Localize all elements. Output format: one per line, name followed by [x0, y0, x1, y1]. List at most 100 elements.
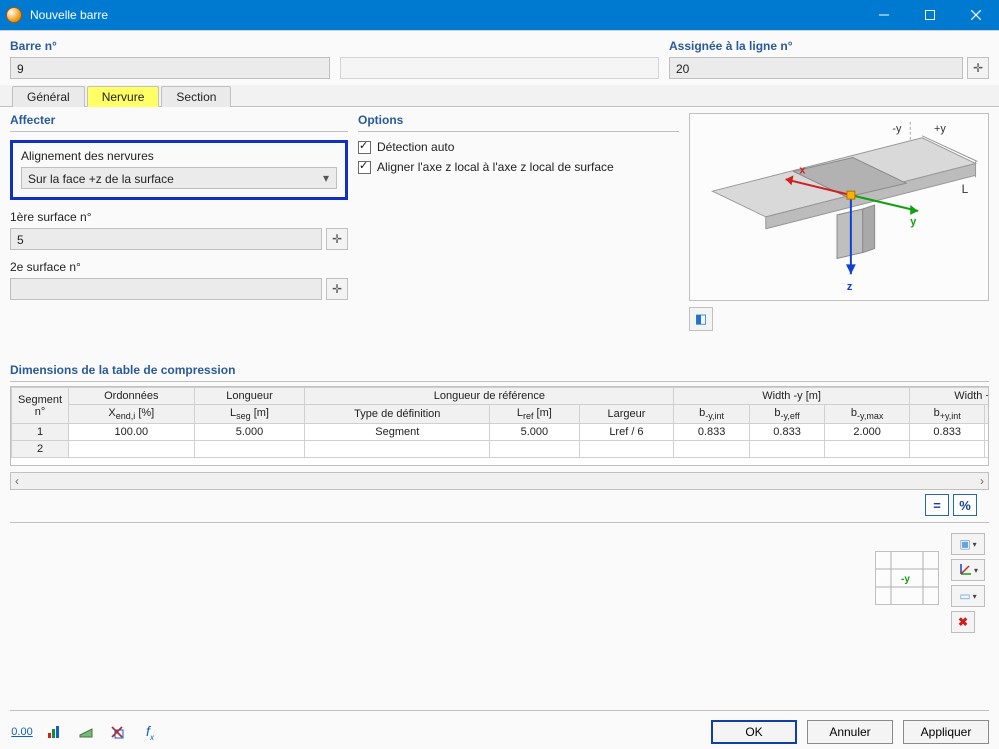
- view-iso-button[interactable]: ▣ ▾: [951, 533, 985, 555]
- dims-title: Dimensions de la table de compression: [10, 363, 989, 382]
- mid-blank-field: [340, 57, 659, 79]
- svg-text:y: y: [910, 216, 916, 228]
- surface1-pick-button[interactable]: ✛: [326, 228, 348, 250]
- col-xend: Xend,i [%]: [69, 405, 195, 424]
- window-titlebar: Nouvelle barre: [0, 0, 999, 30]
- surface1-label: 1ère surface n°: [10, 210, 348, 224]
- preview-tool-button[interactable]: ◧: [689, 307, 713, 331]
- detection-auto-label: Détection auto: [377, 140, 454, 154]
- lower-preview: -y ▣ ▾ ▾ ▭ ▾ ✖: [10, 522, 989, 652]
- col-width-neg-y: Width -y [m]: [674, 388, 910, 405]
- cube-icon: ▣: [959, 537, 970, 551]
- window-minimize-button[interactable]: [861, 0, 907, 30]
- chevron-down-icon: ▾: [973, 592, 977, 601]
- surface2-label: 2e surface n°: [10, 260, 348, 274]
- cube-icon: ◧: [695, 311, 707, 327]
- window-maximize-button[interactable]: [907, 0, 953, 30]
- delete-x-icon: [110, 725, 126, 739]
- affecter-title: Affecter: [10, 113, 348, 132]
- window-title: Nouvelle barre: [30, 8, 861, 22]
- window-controls: [861, 0, 999, 30]
- col-bny-eff: b-y,eff: [749, 405, 824, 424]
- barre-no-field[interactable]: 9: [10, 57, 330, 79]
- col-ordonnees: Ordonnées: [69, 388, 195, 405]
- col-width-pos-y: Width +y [m]: [909, 388, 989, 405]
- chevron-down-icon: ▾: [316, 168, 336, 188]
- col-largeur: Largeur: [579, 405, 674, 424]
- svg-text:x: x: [799, 164, 805, 176]
- view-reset-button[interactable]: ✖: [951, 611, 975, 633]
- chevron-left-icon: ‹: [15, 474, 19, 488]
- col-lseg: Lseg [m]: [194, 405, 305, 424]
- crosshair-icon: ✛: [332, 282, 342, 296]
- aligner-z-label: Aligner l'axe z local à l'axe z local de…: [377, 160, 614, 174]
- neg-y-label: -y: [892, 123, 902, 135]
- options-title: Options: [358, 113, 679, 132]
- tab-nervure[interactable]: Nervure: [87, 86, 160, 107]
- percent-button[interactable]: %: [953, 494, 977, 516]
- chart-icon: [46, 725, 62, 739]
- axes-icon: [958, 563, 972, 577]
- panel-preview: -y +y x: [689, 113, 989, 357]
- preview-canvas: -y +y x: [689, 113, 989, 301]
- chevron-right-icon: ›: [980, 474, 984, 488]
- view-plane-button[interactable]: ▭ ▾: [951, 585, 985, 607]
- panel-options: Options Détection auto Aligner l'axe z l…: [358, 113, 679, 357]
- tab-section[interactable]: Section: [161, 86, 231, 107]
- barre-no-label: Barre n°: [10, 39, 330, 53]
- alignement-combo[interactable]: Sur la face +z de la surface ▾: [21, 167, 337, 189]
- cancel-button[interactable]: Annuler: [807, 720, 893, 744]
- tab-general[interactable]: Général: [12, 86, 85, 107]
- mini-section-preview: -y: [875, 551, 939, 605]
- formula-button[interactable]: fx: [138, 721, 162, 743]
- col-bpy-int: b+y,int: [909, 405, 984, 424]
- col-lref: Lref [m]: [490, 405, 579, 424]
- col-segment: Segmentn°: [12, 388, 69, 424]
- plane-icon: ▭: [959, 589, 970, 603]
- top-header: Barre n° 9 Assignée à la ligne n° 20 ✛: [0, 31, 999, 85]
- surface-button[interactable]: [74, 721, 98, 743]
- alignement-highlight: Alignement des nervures Sur la face +z d…: [10, 140, 348, 200]
- reset-icon: ✖: [958, 615, 968, 629]
- dims-table-wrap[interactable]: Segmentn° Ordonnées Longueur Longueur de…: [10, 386, 989, 466]
- window-close-button[interactable]: [953, 0, 999, 30]
- svg-text:L: L: [962, 182, 969, 196]
- aligner-z-checkbox[interactable]: [358, 161, 371, 174]
- surface1-field[interactable]: 5: [10, 228, 322, 250]
- svg-text:-y: -y: [901, 574, 910, 585]
- horizontal-scrollbar[interactable]: ‹ ›: [10, 472, 989, 490]
- units-icon: 0.00: [11, 726, 32, 738]
- apply-button[interactable]: Appliquer: [903, 720, 989, 744]
- table-row[interactable]: 2: [12, 441, 990, 458]
- delete-x-button[interactable]: [106, 721, 130, 743]
- app-icon: [6, 7, 22, 23]
- chevron-down-icon: ▾: [974, 566, 978, 575]
- chart-button[interactable]: [42, 721, 66, 743]
- col-bny-int: b-y,int: [674, 405, 749, 424]
- units-button[interactable]: 0.00: [10, 721, 34, 743]
- surface2-pick-button[interactable]: ✛: [326, 278, 348, 300]
- equal-button[interactable]: =: [925, 494, 949, 516]
- col-longueur-ref: Longueur de référence: [305, 388, 674, 405]
- view-axes-button[interactable]: ▾: [951, 559, 985, 581]
- col-bpy-eff: b+y,eff: [985, 405, 989, 424]
- assignee-label: Assignée à la ligne n°: [669, 39, 989, 53]
- table-row[interactable]: 1 100.00 5.000 Segment 5.000 Lref / 6 0.…: [12, 424, 990, 441]
- crosshair-icon: ✛: [973, 61, 983, 75]
- detection-auto-checkbox[interactable]: [358, 141, 371, 154]
- dialog-footer: 0.00: [0, 715, 999, 749]
- dims-table: Segmentn° Ordonnées Longueur Longueur de…: [11, 387, 989, 458]
- surface2-field[interactable]: [10, 278, 322, 300]
- tab-strip: Général Nervure Section: [0, 85, 999, 107]
- pos-y-label: +y: [934, 123, 946, 135]
- ok-button[interactable]: OK: [711, 720, 797, 744]
- crosshair-icon: ✛: [332, 232, 342, 246]
- panel-dimensions: Dimensions de la table de compression Se…: [0, 357, 999, 516]
- col-typedef: Type de définition: [305, 405, 490, 424]
- svg-text:z: z: [847, 281, 853, 293]
- pick-line-button[interactable]: ✛: [967, 57, 989, 79]
- col-longueur: Longueur: [194, 388, 305, 405]
- chevron-down-icon: ▾: [973, 540, 977, 549]
- alignement-label: Alignement des nervures: [21, 149, 337, 163]
- assignee-field[interactable]: 20: [669, 57, 963, 79]
